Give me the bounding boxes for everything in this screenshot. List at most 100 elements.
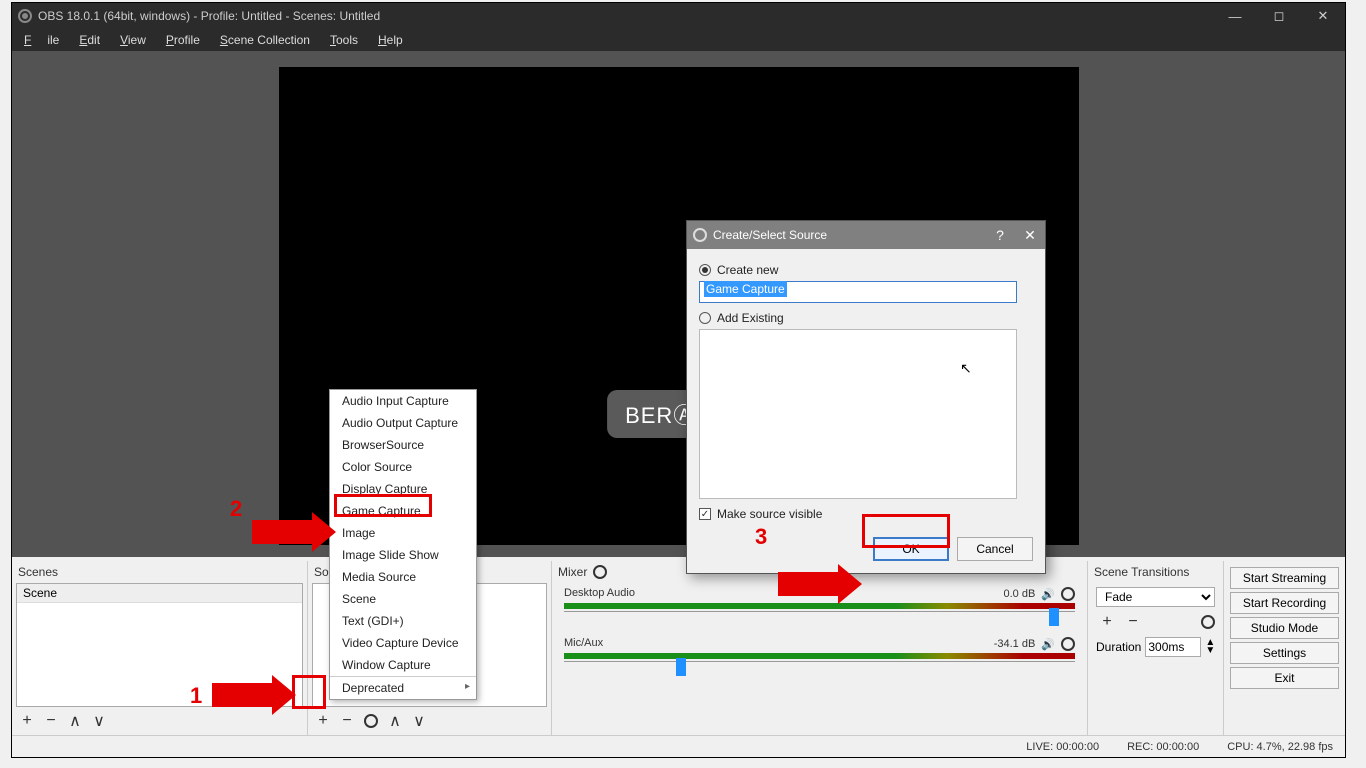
status-cpu: CPU: 4.7%, 22.98 fps (1227, 741, 1333, 753)
exit-button[interactable]: Exit (1230, 667, 1339, 689)
duration-input[interactable] (1145, 637, 1201, 657)
studio-mode-button[interactable]: Studio Mode (1230, 617, 1339, 639)
mixer-panel: Mixer Desktop Audio 0.0 dB 🔊 (552, 561, 1088, 735)
menu-item-text-gdi[interactable]: Text (GDI+) (330, 610, 476, 632)
mixer-settings-icon[interactable] (593, 565, 607, 579)
source-name-input[interactable]: Game Capture (699, 281, 1017, 303)
duration-spinner[interactable]: ▲▼ (1205, 639, 1215, 655)
menu-item-audio-input-capture[interactable]: Audio Input Capture (330, 390, 476, 412)
gear-icon[interactable] (1061, 637, 1075, 651)
preview-area (12, 51, 1345, 557)
window-maximize-button[interactable]: ◻ (1257, 3, 1301, 29)
source-settings-button[interactable] (360, 710, 382, 732)
obs-app-icon (693, 228, 707, 242)
scene-down-button[interactable]: ∨ (88, 710, 110, 732)
mixer-meter (564, 653, 1075, 659)
window-title: OBS 18.0.1 (64bit, windows) - Profile: U… (38, 9, 380, 23)
source-remove-button[interactable]: − (336, 710, 358, 732)
mixer-track-db: 0.0 dB (1003, 588, 1035, 600)
scenes-panel: Scenes Scene + − ∧ ∨ (12, 561, 308, 735)
checkbox-icon: ✓ (699, 508, 711, 520)
window-close-button[interactable]: ✕ (1301, 3, 1345, 29)
add-existing-radio-row[interactable]: Add Existing (699, 311, 1033, 325)
cursor-icon: ↖ (960, 360, 972, 377)
gear-icon[interactable] (1061, 587, 1075, 601)
scene-item[interactable]: Scene (17, 584, 302, 603)
scenes-toolbar: + − ∧ ∨ (12, 707, 307, 735)
titlebar: OBS 18.0.1 (64bit, windows) - Profile: U… (12, 3, 1345, 29)
add-existing-label: Add Existing (717, 311, 784, 325)
obs-main-window: OBS 18.0.1 (64bit, windows) - Profile: U… (11, 2, 1346, 758)
mixer-header-label: Mixer (558, 565, 587, 579)
dialog-title: Create/Select Source (713, 228, 827, 242)
mixer-track-name: Mic/Aux (564, 637, 603, 651)
menu-item-video-capture-device[interactable]: Video Capture Device (330, 632, 476, 654)
create-new-label: Create new (717, 263, 778, 277)
make-visible-checkbox-row[interactable]: ✓ Make source visible (699, 507, 1033, 521)
status-rec: REC: 00:00:00 (1127, 741, 1199, 753)
mixer-track-db: -34.1 dB (994, 638, 1036, 650)
speaker-icon[interactable]: 🔊 (1041, 588, 1055, 601)
cancel-button[interactable]: Cancel (957, 537, 1033, 561)
controls-panel: Start Streaming Start Recording Studio M… (1224, 561, 1345, 735)
mixer-track-mic: Mic/Aux -34.1 dB 🔊 (560, 637, 1079, 677)
existing-sources-list[interactable]: ↖ (699, 329, 1017, 499)
menu-item-window-capture[interactable]: Window Capture (330, 654, 476, 676)
mixer-volume-slider[interactable] (564, 661, 1075, 677)
ok-button[interactable]: OK (873, 537, 949, 561)
duration-label: Duration (1096, 640, 1141, 654)
source-down-button[interactable]: ∨ (408, 710, 430, 732)
make-visible-label: Make source visible (717, 507, 822, 521)
menu-view[interactable]: View (112, 31, 154, 49)
menu-item-deprecated[interactable]: Deprecated (330, 676, 476, 699)
menu-item-game-capture[interactable]: Game Capture (330, 500, 476, 522)
source-add-button[interactable]: + (312, 710, 334, 732)
mixer-meter (564, 603, 1075, 609)
bottom-panels: Scenes Scene + − ∧ ∨ Sources + − (12, 561, 1345, 735)
menu-item-color-source[interactable]: Color Source (330, 456, 476, 478)
transitions-header: Scene Transitions (1088, 561, 1223, 583)
obs-app-icon (18, 9, 32, 23)
scene-add-button[interactable]: + (16, 710, 38, 732)
sources-toolbar: + − ∧ ∨ (308, 707, 551, 735)
menu-item-scene[interactable]: Scene (330, 588, 476, 610)
menu-profile[interactable]: Profile (158, 31, 208, 49)
radio-icon (699, 264, 711, 276)
menu-item-image[interactable]: Image (330, 522, 476, 544)
transition-select[interactable]: Fade (1096, 587, 1215, 607)
menu-tools[interactable]: Tools (322, 31, 366, 49)
dialog-help-button[interactable]: ? (985, 221, 1015, 249)
menu-item-display-capture[interactable]: Display Capture (330, 478, 476, 500)
menubar: File Edit View Profile Scene Collection … (12, 29, 1345, 51)
start-streaming-button[interactable]: Start Streaming (1230, 567, 1339, 589)
source-up-button[interactable]: ∧ (384, 710, 406, 732)
scene-remove-button[interactable]: − (40, 710, 62, 732)
menu-edit[interactable]: Edit (71, 31, 108, 49)
scenes-list[interactable]: Scene (16, 583, 303, 707)
source-name-value: Game Capture (704, 281, 787, 297)
menu-scene-collection[interactable]: Scene Collection (212, 31, 318, 49)
mixer-volume-slider[interactable] (564, 611, 1075, 627)
start-recording-button[interactable]: Start Recording (1230, 592, 1339, 614)
mixer-track-desktop: Desktop Audio 0.0 dB 🔊 (560, 587, 1079, 627)
dialog-titlebar: Create/Select Source ? ✕ (687, 221, 1045, 249)
settings-button[interactable]: Settings (1230, 642, 1339, 664)
speaker-icon[interactable]: 🔊 (1041, 638, 1055, 651)
menu-help[interactable]: Help (370, 31, 411, 49)
window-minimize-button[interactable]: — (1213, 3, 1257, 29)
menu-item-audio-output-capture[interactable]: Audio Output Capture (330, 412, 476, 434)
menu-file[interactable]: File (16, 31, 67, 49)
gear-icon[interactable] (1201, 615, 1215, 629)
dialog-close-button[interactable]: ✕ (1015, 221, 1045, 249)
gear-icon (364, 714, 378, 728)
status-live: LIVE: 00:00:00 (1026, 741, 1099, 753)
transition-add-button[interactable]: + (1096, 611, 1118, 633)
create-select-source-dialog: Create/Select Source ? ✕ Create new Game… (686, 220, 1046, 574)
add-source-context-menu: Audio Input Capture Audio Output Capture… (329, 389, 477, 700)
transition-remove-button[interactable]: − (1122, 611, 1144, 633)
menu-item-image-slide-show[interactable]: Image Slide Show (330, 544, 476, 566)
create-new-radio-row[interactable]: Create new (699, 263, 1033, 277)
scene-up-button[interactable]: ∧ (64, 710, 86, 732)
menu-item-browser-source[interactable]: BrowserSource (330, 434, 476, 456)
menu-item-media-source[interactable]: Media Source (330, 566, 476, 588)
